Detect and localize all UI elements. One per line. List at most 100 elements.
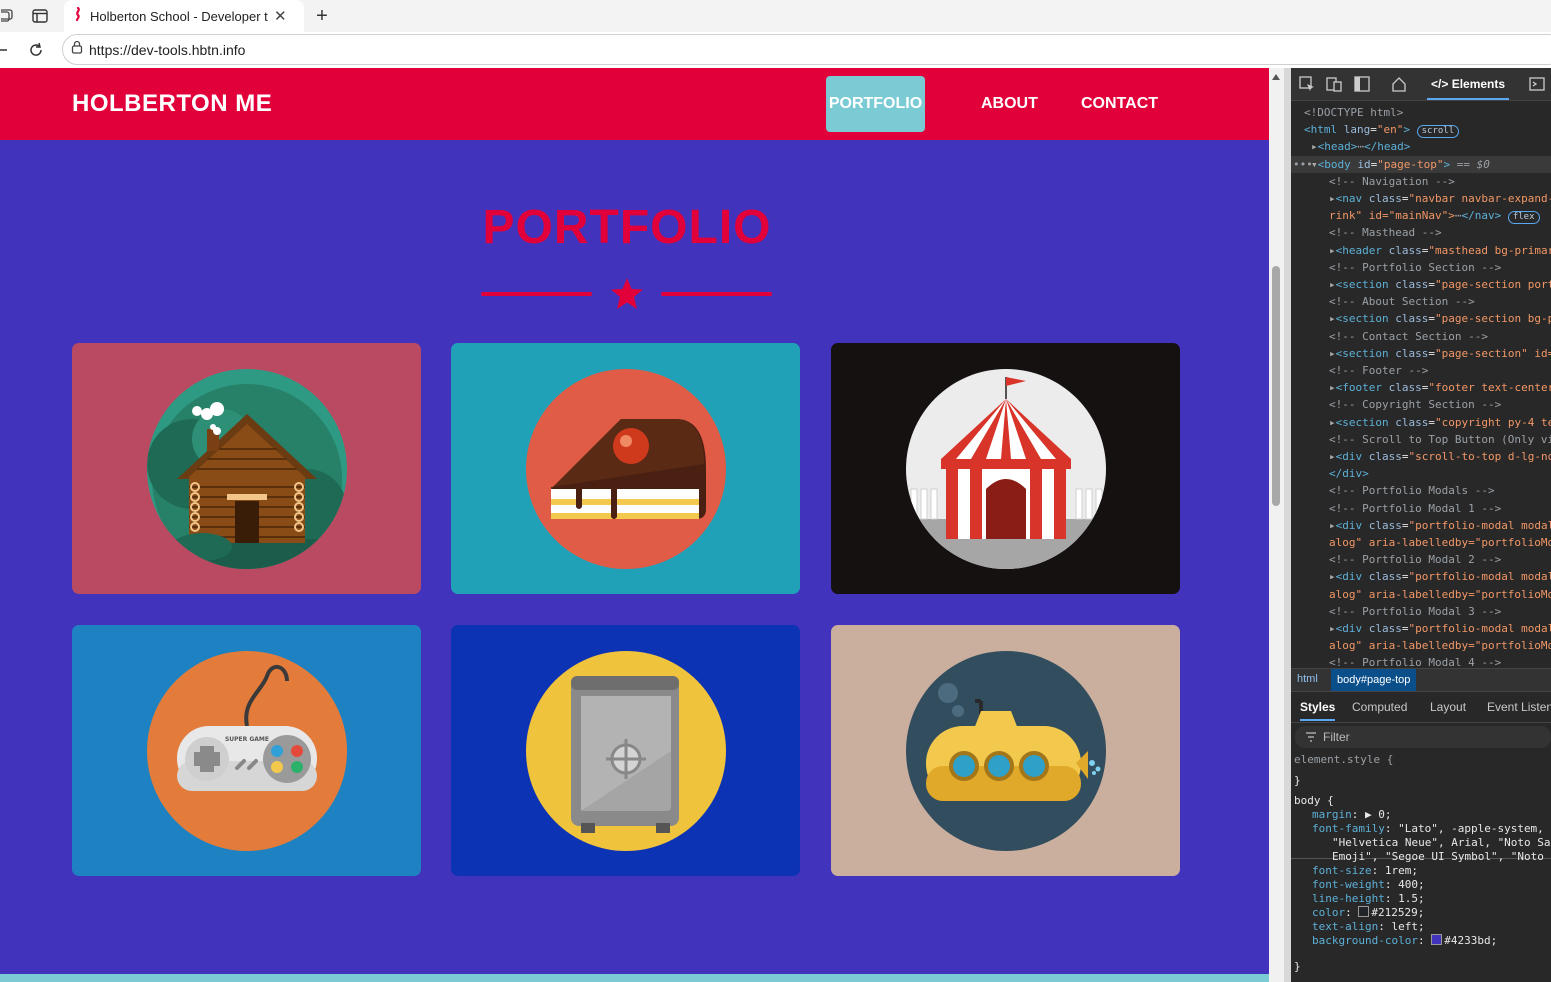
dom-node-line[interactable]: <!-- Contact Section --> — [1291, 328, 1551, 345]
css-declaration[interactable]: background-color: #4233bd; — [1312, 934, 1497, 948]
dom-node-line[interactable]: <html lang="en"> scroll — [1291, 121, 1551, 139]
css-declaration[interactable]: font-family: "Lato", -apple-system, — [1312, 822, 1544, 836]
tab-styles[interactable]: Styles — [1300, 700, 1336, 721]
dom-node-line[interactable]: <!-- Navigation --> — [1291, 173, 1551, 190]
css-declaration[interactable]: "Helvetica Neue", Arial, "Noto Sa — [1332, 836, 1551, 850]
element-style-selector[interactable]: element.style { — [1294, 753, 1393, 767]
dom-node-line[interactable]: <!-- Portfolio Section --> — [1291, 259, 1551, 276]
dom-node-line[interactable]: <!-- Portfolio Modals --> — [1291, 482, 1551, 499]
css-declaration[interactable]: text-align: left; — [1312, 920, 1425, 934]
scroll-up-arrow-icon[interactable] — [1272, 74, 1280, 80]
back-arrow-icon[interactable] — [0, 34, 8, 66]
nav-link-portfolio[interactable]: PORTFOLIO — [826, 76, 925, 132]
portfolio-item-safe[interactable] — [451, 625, 800, 876]
safe-icon — [525, 650, 726, 851]
css-declaration[interactable]: font-weight: 400; — [1312, 878, 1425, 892]
dom-node-line[interactable]: ▸<footer class="footer text-center"> — [1291, 379, 1551, 396]
breadcrumb-body[interactable]: body#page-top — [1331, 669, 1417, 691]
dom-node-line[interactable]: <!-- Portfolio Modal 1 --> — [1291, 500, 1551, 517]
dom-node-line[interactable]: <!-- Copyright Section --> — [1291, 396, 1551, 413]
css-declaration[interactable]: font-size: 1rem; — [1312, 864, 1418, 878]
dock-side-icon[interactable] — [1354, 76, 1370, 92]
tab-elements-label: Elements — [1451, 77, 1506, 91]
star-icon — [611, 278, 643, 309]
close-tab-icon[interactable]: ✕ — [274, 7, 287, 25]
brand-link[interactable]: HOLBERTON ME — [72, 90, 272, 118]
submarine-icon — [905, 650, 1106, 851]
tab-event-listeners[interactable]: Event Listen — [1487, 700, 1551, 714]
body-rule-selector[interactable]: body { — [1294, 794, 1334, 808]
portfolio-item-submarine[interactable] — [831, 625, 1180, 876]
code-brackets-icon: </> — [1431, 77, 1449, 91]
dom-node-line[interactable]: ▸<head>⋯</head> — [1291, 138, 1551, 155]
css-declaration[interactable]: line-height: 1.5; — [1312, 892, 1425, 906]
devtools-splitter[interactable] — [1284, 68, 1291, 982]
workspaces-icon[interactable] — [0, 0, 14, 32]
devtools-toolbar: </> Elements — [1291, 68, 1551, 101]
controller-label: SUPER GAME — [224, 736, 268, 743]
dom-node-line[interactable]: alog" aria-labelledby="portfolioMo — [1291, 586, 1551, 603]
about-section-top-edge — [0, 974, 1269, 982]
css-declaration[interactable]: Emoji", "Segoe UI Symbol", "Noto — [1332, 850, 1544, 864]
dom-node-line[interactable]: <!-- About Section --> — [1291, 293, 1551, 310]
page-scrollbar[interactable] — [1269, 68, 1284, 982]
portfolio-item-cabin[interactable] — [72, 343, 421, 594]
dom-node-line[interactable]: ••• ▾<body id="page-top"> == $0 — [1291, 155, 1551, 173]
dom-node-line[interactable]: <!-- Portfolio Modal 3 --> — [1291, 603, 1551, 620]
browser-tab-strip: Holberton School - Developer to ✕ + — [0, 0, 1551, 32]
dom-node-line[interactable]: rink" id="mainNav">⋯</nav> flex — [1291, 207, 1551, 225]
cake-icon — [525, 368, 726, 569]
reload-icon[interactable] — [26, 34, 46, 66]
tab-title: Holberton School - Developer to — [90, 8, 268, 24]
styles-pane: element.style { } body { margin: ▶ 0; fon… — [1291, 752, 1551, 982]
dom-node-line[interactable]: ▸<nav class="navbar navbar-expand-l"> — [1291, 190, 1551, 207]
dom-node-line[interactable]: alog" aria-labelledby="portfolioMo — [1291, 637, 1551, 654]
body-rule-close: } — [1294, 960, 1301, 973]
nav-link-about[interactable]: ABOUT — [965, 76, 1054, 132]
dom-node-line[interactable]: ▸<section class="copyright py-4 tex"> — [1291, 414, 1551, 431]
divider-line-right — [661, 292, 772, 296]
navbar: HOLBERTON ME PORTFOLIO ABOUT CONTACT — [0, 68, 1269, 140]
dom-node-line[interactable]: <!-- Portfolio Modal 2 --> — [1291, 551, 1551, 568]
browser-tab[interactable]: Holberton School - Developer to ✕ — [64, 0, 304, 32]
url-field[interactable]: https://dev-tools.hbtn.info — [62, 34, 1551, 65]
portfolio-heading: PORTFOLIO — [482, 201, 772, 254]
dom-node-line[interactable]: <!-- Scroll to Top Button (Only vi — [1291, 431, 1551, 448]
console-icon[interactable] — [1529, 76, 1545, 92]
dom-node-line[interactable]: <!-- Footer --> — [1291, 362, 1551, 379]
dom-breadcrumb: html body#page-top — [1291, 668, 1551, 692]
breadcrumb-html[interactable]: html — [1297, 673, 1318, 685]
dom-node-line[interactable]: ▸<header class="masthead bg-primary"> — [1291, 242, 1551, 259]
dom-node-line[interactable]: <!DOCTYPE html> — [1291, 104, 1551, 121]
dom-node-line[interactable]: ▸<section class="page-section bg-pr"> — [1291, 310, 1551, 327]
tab-layout[interactable]: Layout — [1430, 700, 1466, 714]
filter-icon — [1306, 732, 1316, 742]
css-declaration[interactable]: margin: ▶ 0; — [1312, 808, 1392, 822]
portfolio-item-game[interactable]: SUPER GAME — [72, 625, 421, 876]
dom-node-line[interactable]: ▸<div class="portfolio-modal modal"> — [1291, 517, 1551, 534]
lock-icon[interactable] — [71, 40, 83, 59]
inspect-element-icon[interactable] — [1299, 76, 1315, 92]
dom-node-line[interactable]: </div> — [1291, 465, 1551, 482]
url-text: https://dev-tools.hbtn.info — [89, 41, 246, 58]
dom-node-line[interactable]: ▸<div class="scroll-to-top d-lg-nor"> — [1291, 448, 1551, 465]
dom-node-line[interactable]: ▸<div class="portfolio-modal modal"> — [1291, 620, 1551, 637]
dom-node-line[interactable]: ▸<section class="page-section" id="> — [1291, 345, 1551, 362]
dom-tree: <!DOCTYPE html> <html lang="en"> scroll ▸<… — [1291, 100, 1551, 670]
new-tab-icon[interactable]: + — [312, 0, 332, 32]
dom-node-line[interactable]: alog" aria-labelledby="portfolioMo — [1291, 534, 1551, 551]
home-icon[interactable] — [1391, 76, 1407, 92]
portfolio-item-circus[interactable] — [831, 343, 1180, 594]
dom-node-line[interactable]: ▸<section class="page-section port"> — [1291, 276, 1551, 293]
tab-computed[interactable]: Computed — [1352, 700, 1407, 714]
scrollbar-thumb[interactable] — [1272, 266, 1280, 506]
portfolio-item-cake[interactable] — [451, 343, 800, 594]
dom-node-line[interactable]: ▸<div class="portfolio-modal modal"> — [1291, 568, 1551, 585]
styles-filter-input[interactable]: Filter — [1295, 726, 1551, 748]
device-toolbar-icon[interactable] — [1326, 76, 1342, 92]
tab-actions-icon[interactable] — [30, 0, 50, 32]
nav-link-contact[interactable]: CONTACT — [1065, 76, 1174, 132]
css-declaration[interactable]: color: #212529; — [1312, 906, 1424, 920]
dom-node-line[interactable]: <!-- Masthead --> — [1291, 224, 1551, 241]
tab-elements[interactable]: </> Elements — [1427, 68, 1510, 100]
